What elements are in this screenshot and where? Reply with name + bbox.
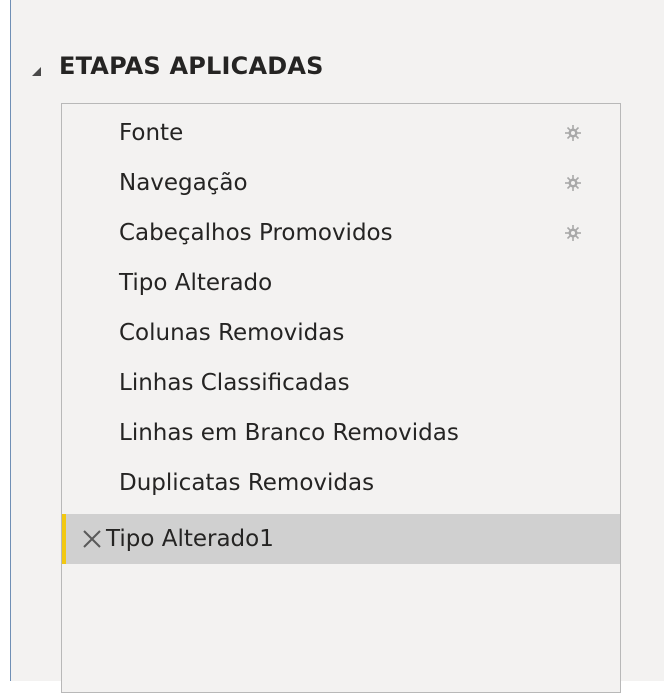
step-label: Linhas em Branco Removidas — [119, 420, 459, 446]
applied-steps-title[interactable]: ETAPAS APLICADAS — [59, 52, 324, 80]
step-item-navegacao[interactable]: Navegação — [62, 158, 620, 208]
step-label: Navegação — [119, 170, 248, 196]
step-label: Linhas Classificadas — [119, 370, 350, 396]
step-label: Cabeçalhos Promovidos — [119, 220, 393, 246]
selected-step-marker — [62, 514, 66, 564]
step-item-cabecalhos-promovidos[interactable]: Cabeçalhos Promovidos — [62, 208, 620, 258]
delete-step-icon[interactable] — [81, 528, 103, 550]
gear-icon[interactable] — [564, 124, 582, 142]
gear-icon[interactable] — [564, 224, 582, 242]
query-settings-pane: ETAPAS APLICADAS Fonte Navegação Cabeçal… — [10, 0, 664, 693]
step-label: Tipo Alterado — [119, 270, 273, 296]
step-item-fonte[interactable]: Fonte — [62, 108, 620, 158]
step-label: Fonte — [119, 120, 184, 146]
step-item-duplicatas-removidas[interactable]: Duplicatas Removidas — [62, 458, 620, 508]
step-label: Duplicatas Removidas — [119, 470, 375, 496]
step-label: Tipo Alterado1 — [106, 526, 274, 552]
step-item-tipo-alterado1[interactable]: Tipo Alterado1 — [62, 514, 620, 564]
step-item-linhas-classificadas[interactable]: Linhas Classificadas — [62, 358, 620, 408]
step-item-colunas-removidas[interactable]: Colunas Removidas — [62, 308, 620, 358]
step-item-tipo-alterado[interactable]: Tipo Alterado — [62, 258, 620, 308]
applied-steps-list: Fonte Navegação Cabeçalhos Promovidos Ti… — [61, 103, 621, 693]
step-label: Colunas Removidas — [119, 320, 345, 346]
collapse-triangle-icon[interactable] — [32, 67, 41, 76]
step-item-linhas-em-branco-removidas[interactable]: Linhas em Branco Removidas — [62, 408, 620, 458]
gear-icon[interactable] — [564, 174, 582, 192]
